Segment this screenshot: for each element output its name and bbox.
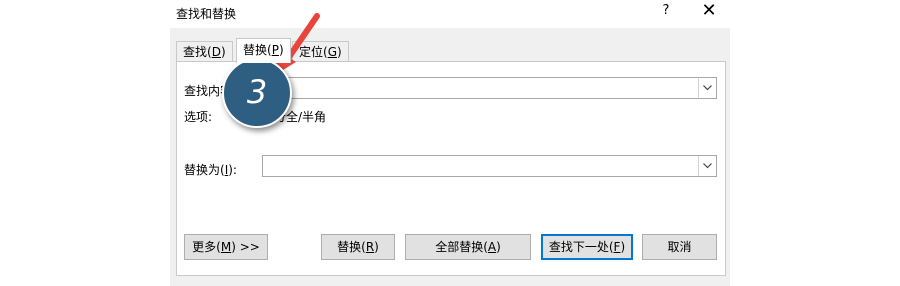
tab-replace[interactable]: 替换(P) (236, 38, 291, 63)
title-bar: 查找和替换 ? ✕ (170, 0, 730, 28)
find-replace-dialog: 查找和替换 ? ✕ 查找(D) 替换(P) 定位(G) 查找内容(N): 选项:… (170, 0, 730, 286)
close-button[interactable]: ✕ (700, 1, 718, 21)
find-next-button[interactable]: 查找下一处(F) (541, 234, 633, 260)
replace-dropdown-button[interactable] (698, 156, 716, 176)
chevron-down-icon (703, 163, 712, 169)
chevron-down-icon (703, 85, 712, 91)
find-what-combobox[interactable] (262, 77, 717, 99)
help-button[interactable]: ? (658, 3, 674, 18)
tab-goto[interactable]: 定位(G) (292, 41, 349, 62)
tab-find[interactable]: 查找(D) (176, 41, 233, 62)
dialog-title: 查找和替换 (176, 7, 237, 21)
find-dropdown-button[interactable] (698, 78, 716, 98)
options-label: 选项: (184, 110, 213, 124)
cancel-button[interactable]: 取消 (642, 234, 717, 260)
step-number-badge: 3 (222, 58, 292, 128)
replace-button[interactable]: 替换(R) (321, 234, 395, 260)
replace-all-button[interactable]: 全部替换(A) (405, 234, 531, 260)
replace-with-label: 替换为(I): (184, 163, 237, 177)
replace-with-combobox[interactable] (262, 155, 717, 177)
more-button[interactable]: 更多(M) >> (184, 234, 268, 260)
